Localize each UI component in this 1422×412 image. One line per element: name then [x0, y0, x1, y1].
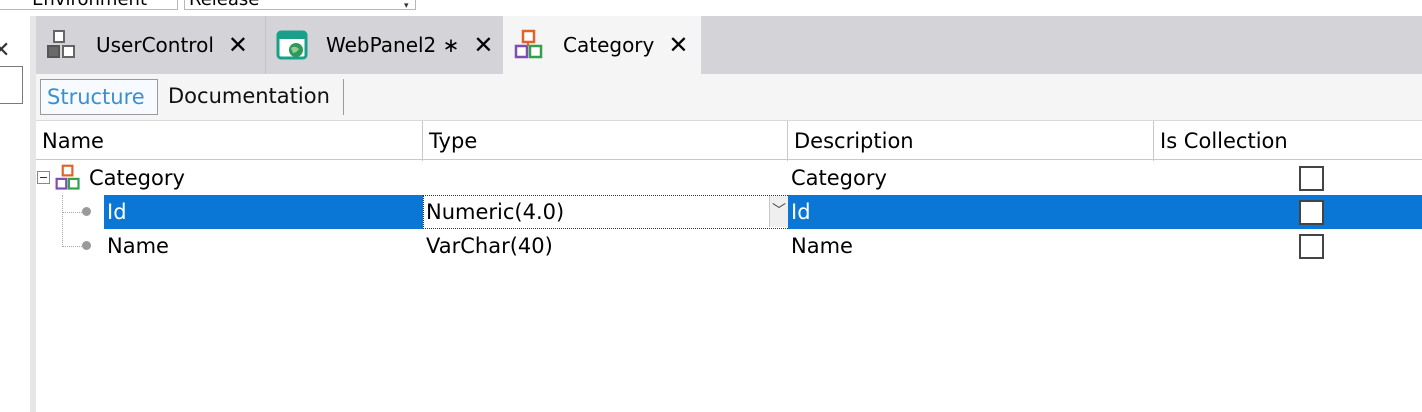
left-panel-close-icon[interactable]: ✕ — [0, 40, 10, 62]
attribute-bullet-icon — [82, 207, 91, 216]
grid-header: Name Type Description Is Collection — [36, 120, 1422, 161]
tab-usercontrol[interactable]: UserControl ✕ — [36, 16, 264, 74]
row-name: Name — [107, 234, 169, 258]
webpanel-icon — [276, 29, 308, 61]
environment-combo[interactable]: Environment — [0, 0, 178, 10]
table-row[interactable]: Id Numeric(4.0) ﹀ Id — [36, 195, 1422, 229]
document-tab-strip: UserControl ✕ WebPanel2 ∗ ✕ Category ✕ — [36, 16, 1422, 74]
usercontrol-icon — [46, 29, 78, 61]
tab-label: UserControl — [96, 33, 214, 57]
row-type[interactable]: Numeric(4.0) — [426, 195, 564, 229]
is-collection-checkbox[interactable] — [1299, 166, 1324, 191]
row-description: Name — [791, 234, 853, 258]
is-collection-checkbox[interactable] — [1299, 200, 1324, 225]
left-panel-input[interactable] — [0, 66, 23, 104]
toolbar-strip: Environment Release ▾ — [0, 0, 1422, 16]
close-icon[interactable]: ✕ — [228, 33, 248, 57]
configuration-combo[interactable]: Release — [184, 0, 416, 10]
tab-label: WebPanel2 ∗ — [326, 33, 460, 57]
column-header-name[interactable]: Name — [36, 121, 423, 161]
close-icon[interactable]: ✕ — [473, 33, 493, 57]
row-description[interactable]: Id — [791, 195, 811, 229]
tab-documentation[interactable]: Documentation — [162, 79, 344, 115]
chevron-down-icon[interactable]: ﹀ — [769, 196, 788, 227]
attribute-bullet-icon — [82, 241, 91, 250]
row-name: Category — [89, 166, 185, 190]
column-header-type[interactable]: Type — [423, 121, 788, 161]
tab-label: Category — [563, 33, 655, 57]
structured-data-type-icon — [513, 29, 545, 61]
close-icon[interactable]: ✕ — [668, 33, 688, 57]
column-header-description[interactable]: Description — [788, 121, 1154, 161]
tab-webpanel2[interactable]: WebPanel2 ∗ ✕ — [265, 16, 502, 74]
is-collection-checkbox[interactable] — [1299, 234, 1324, 259]
table-row[interactable]: Category Category — [36, 161, 1422, 195]
tab-structure[interactable]: Structure — [40, 79, 158, 115]
structured-data-type-icon — [54, 163, 86, 197]
table-row[interactable]: Name VarChar(40) Name — [36, 229, 1422, 263]
row-name[interactable]: Id — [107, 195, 127, 229]
tab-category[interactable]: Category ✕ — [503, 16, 701, 74]
row-description: Category — [791, 166, 887, 190]
selection-highlight — [104, 195, 423, 229]
collapse-icon[interactable] — [37, 171, 50, 184]
object-subtabs: Structure Documentation — [36, 74, 1422, 120]
left-panel: ✕ — [0, 16, 36, 412]
column-header-is-collection[interactable]: Is Collection — [1154, 121, 1422, 161]
structure-grid: Name Type Description Is Collection Cate… — [36, 120, 1422, 412]
row-type: VarChar(40) — [426, 234, 553, 258]
configuration-dropdown-icon[interactable]: ▾ — [404, 2, 409, 11]
selection-highlight — [788, 195, 1422, 229]
